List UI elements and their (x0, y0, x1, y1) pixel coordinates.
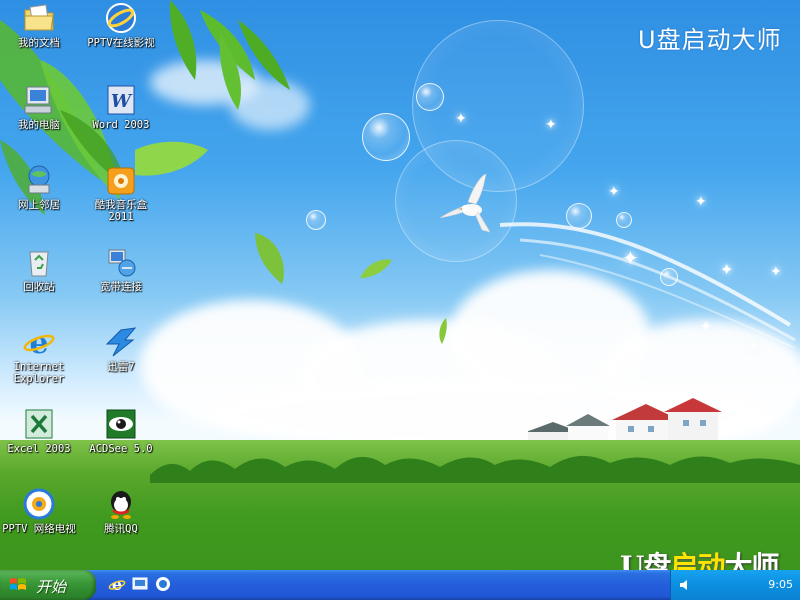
internet-explorer-icon[interactable]: e (108, 575, 126, 593)
windows-logo-icon (10, 578, 26, 590)
dove-image (439, 173, 491, 233)
logo-stamp: U盘启动大师 (620, 545, 779, 570)
excel-icon (25, 409, 53, 439)
internet-explorer-icon: e (23, 326, 55, 358)
treeline (150, 455, 800, 483)
sparkle: ✦ (455, 111, 467, 127)
icon-label: 宽带连接 (100, 281, 142, 293)
system-tray: 9:05 (670, 570, 800, 600)
sparkle: ✦ (748, 339, 760, 355)
xunlei-icon (105, 327, 137, 357)
desktop-icon-broadband[interactable]: 宽带连接 (82, 246, 160, 293)
leaf-image (255, 233, 284, 284)
desktop-icon-word[interactable]: W Word 2003 (82, 84, 160, 131)
bubble (416, 83, 444, 111)
svg-text:W: W (111, 91, 133, 112)
icon-label: 腾讯QQ (104, 523, 138, 535)
sparkle: ✦ (545, 117, 557, 133)
icon-label: PPTV 网络电视 (2, 523, 76, 535)
bubble (306, 210, 326, 230)
desktop-icon-recycle-bin[interactable]: 回收站 (0, 246, 78, 293)
desktop-icon-qq[interactable]: 腾讯QQ (82, 488, 160, 535)
logo-stamp-part: U盘 (620, 550, 671, 570)
icon-label: PPTV在线影视 (87, 37, 155, 49)
icon-label: Internet Explorer (13, 361, 65, 385)
leaf-image (439, 318, 447, 344)
desktop-icon-my-documents[interactable]: 我的文档 (0, 2, 78, 49)
sparkle: ✦ (720, 260, 734, 279)
icon-label: 我的电脑 (18, 119, 60, 131)
kuwo-music-icon (107, 167, 135, 195)
desktop-icon-xunlei[interactable]: 迅雷7 (82, 326, 160, 373)
taskbar-clock[interactable]: 9:05 (768, 578, 793, 591)
word-icon: W (107, 85, 135, 115)
light-swoosh (499, 222, 796, 349)
bubble (362, 113, 410, 161)
logo-stamp-part: 大师 (724, 550, 779, 570)
desktop-icon-kuwo-music[interactable]: 酷我音乐盒 2011 (82, 164, 160, 223)
bubble (616, 212, 632, 228)
bubble (566, 203, 592, 229)
leaf-image (360, 259, 392, 278)
icon-label: 网上邻居 (18, 199, 60, 211)
pptv-icon (106, 3, 136, 33)
qq-icon (111, 491, 131, 519)
media-icon[interactable] (154, 575, 172, 593)
sparkle: ✦ (608, 184, 620, 200)
pptv-tv-icon (23, 488, 55, 520)
desktop-icon-pptv-tv[interactable]: PPTV 网络电视 (0, 488, 78, 535)
icon-label: ACDSee 5.0 (89, 443, 153, 455)
my-computer-icon (24, 86, 52, 114)
desktop-icon-excel[interactable]: Excel 2003 (0, 408, 78, 455)
icon-label: 酷我音乐盒 2011 (94, 199, 148, 223)
start-label: 开始 (36, 578, 67, 596)
bubble (660, 268, 678, 286)
watermark-title: U盘启动大师 (638, 26, 782, 54)
network-places-icon (28, 165, 50, 194)
desktop-icon-internet-explorer[interactable]: e Internet Explorer (0, 326, 78, 385)
show-desktop-icon[interactable] (131, 575, 149, 593)
svg-text:e: e (29, 326, 48, 358)
icon-label: 我的文档 (18, 37, 60, 49)
icon-label: Excel 2003 (7, 443, 71, 455)
start-button[interactable]: 开始 (0, 570, 96, 600)
recycle-bin-icon (29, 251, 49, 277)
sparkle: ✦ (622, 246, 639, 270)
icon-label: 回收站 (23, 281, 55, 293)
sparkle: ✦ (770, 264, 782, 280)
desktop-icon-acdsee[interactable]: ACDSee 5.0 (82, 408, 160, 455)
volume-icon[interactable] (679, 578, 693, 592)
icon-label: Word 2003 (92, 119, 150, 131)
broadband-connection-icon (108, 249, 136, 277)
acdsee-icon (106, 409, 136, 439)
desktop-icon-my-computer[interactable]: 我的电脑 (0, 84, 78, 131)
icon-label: 迅雷7 (107, 361, 135, 373)
desktop-icon-pptv[interactable]: PPTV在线影视 (82, 2, 160, 49)
logo-stamp-part: 启动 (670, 550, 725, 570)
desktop-icon-network-places[interactable]: 网上邻居 (0, 164, 78, 211)
my-documents-icon (24, 4, 54, 31)
sparkle: ✦ (695, 194, 707, 210)
sparkle: ✦ (700, 319, 712, 335)
